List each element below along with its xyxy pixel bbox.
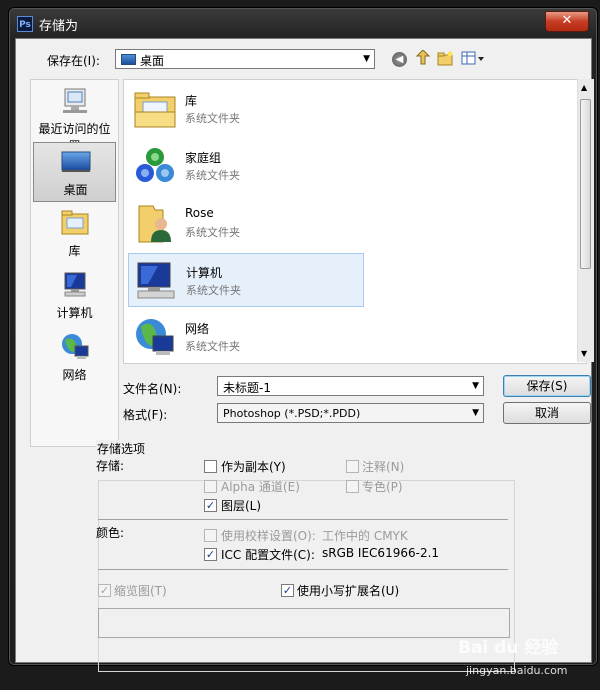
- thumbnail-checkbox[interactable]: ✓: [98, 584, 111, 597]
- computer-icon: [64, 272, 86, 297]
- title-bar[interactable]: Ps 存储为 ✕: [9, 8, 597, 38]
- layers-label: 图层(L): [221, 499, 262, 513]
- save-in-dropdown[interactable]: 桌面 ▼: [115, 49, 375, 69]
- dialog-body: 保存在(I): 桌面 ▼ ◀ 最近访问的位置 桌面: [15, 38, 594, 672]
- network-icon: [62, 334, 89, 359]
- libraries-icon: [134, 92, 176, 128]
- computer-icon: [137, 262, 175, 299]
- warning-box: [98, 608, 510, 638]
- layers-checkbox[interactable]: ✓: [204, 499, 217, 512]
- places-bar: 最近访问的位置 桌面 库 计算机 网络: [30, 79, 119, 447]
- format-dropdown[interactable]: Photoshop (*.PSD;*.PDD) ▼: [217, 403, 484, 423]
- alpha-label: Alpha 通道(E): [221, 480, 300, 494]
- user-folder-icon: [138, 205, 171, 243]
- chevron-down-icon[interactable]: ▼: [472, 381, 479, 391]
- as-copy-label: 作为副本(Y): [221, 460, 286, 474]
- up-folder-icon[interactable]: [415, 49, 431, 66]
- file-type: 系统文件夹: [185, 112, 240, 125]
- as-copy-checkbox[interactable]: [204, 460, 217, 473]
- icc-label: ICC 配置文件(C):: [221, 548, 315, 562]
- scroll-down-icon[interactable]: ▼: [581, 349, 587, 358]
- notes-checkbox[interactable]: [346, 460, 359, 473]
- color-label: 颜色:: [96, 526, 125, 540]
- file-name: 库: [185, 94, 198, 108]
- proof-checkbox[interactable]: [204, 529, 217, 542]
- homegroup-icon: [136, 148, 174, 182]
- save-in-value: 桌面: [140, 54, 165, 68]
- desktop-small-icon: [121, 54, 136, 65]
- place-label: 网络: [62, 368, 87, 382]
- format-label: 格式(F):: [123, 408, 168, 422]
- watermark-logo: Bai du 经验: [458, 638, 559, 658]
- list-item[interactable]: 家庭组 系统文件夹: [128, 139, 364, 193]
- place-recent[interactable]: 最近访问的位置: [33, 82, 116, 153]
- cancel-button[interactable]: 取消: [503, 402, 591, 424]
- file-name: 家庭组: [185, 151, 222, 165]
- place-label: 计算机: [56, 306, 93, 320]
- format-value: Photoshop (*.PSD;*.PDD): [223, 407, 361, 420]
- list-item[interactable]: Rose 系统文件夹: [128, 196, 364, 250]
- photoshop-icon: Ps: [17, 16, 33, 32]
- store-label: 存储:: [96, 459, 125, 473]
- place-desktop[interactable]: 桌面: [33, 142, 116, 202]
- file-name: 计算机: [186, 266, 223, 280]
- icc-value: sRGB IEC61966-2.1: [322, 546, 440, 560]
- thumbnail-label: 缩览图(T): [114, 584, 167, 598]
- divider: [98, 519, 508, 520]
- save-button[interactable]: 保存(S): [503, 375, 591, 397]
- file-name: 网络: [185, 322, 210, 336]
- network-icon: [136, 319, 174, 355]
- proof-label: 使用校样设置(O):: [221, 529, 316, 543]
- libraries-icon: [61, 210, 89, 235]
- filename-input[interactable]: 未标题-1 ▼: [217, 376, 484, 396]
- list-item[interactable]: 库 系统文件夹: [128, 82, 364, 136]
- place-libraries[interactable]: 库: [33, 204, 116, 264]
- place-label: 库: [68, 244, 81, 258]
- scroll-up-icon[interactable]: ▲: [581, 83, 587, 92]
- scroll-thumb[interactable]: [580, 99, 591, 269]
- new-folder-icon[interactable]: [437, 51, 454, 66]
- filename-label: 文件名(N):: [123, 382, 182, 396]
- file-type: 系统文件夹: [185, 226, 240, 239]
- save-options-group: [98, 480, 515, 672]
- notes-label: 注释(N): [362, 460, 405, 474]
- save-as-dialog: Ps 存储为 ✕ 保存在(I): 桌面 ▼ ◀ 最近访问的位置: [8, 7, 598, 672]
- spot-label: 专色(P): [362, 480, 403, 494]
- lowercase-checkbox[interactable]: ✓: [281, 584, 294, 597]
- save-in-label: 保存在(I):: [47, 54, 100, 68]
- file-list-scrollbar[interactable]: ▲ ▼: [577, 79, 594, 362]
- alpha-checkbox[interactable]: [204, 480, 217, 493]
- divider: [98, 569, 508, 570]
- close-button[interactable]: ✕: [545, 11, 589, 32]
- dialog-title: 存储为: [39, 19, 79, 34]
- desktop-icon: [61, 151, 91, 172]
- list-item-selected[interactable]: 计算机 系统文件夹: [128, 253, 364, 307]
- chevron-down-icon: ▼: [472, 408, 479, 418]
- file-type: 系统文件夹: [185, 169, 240, 182]
- filename-value: 未标题-1: [223, 381, 271, 395]
- recent-places-icon: [63, 88, 87, 113]
- lowercase-label: 使用小写扩展名(U): [297, 584, 400, 598]
- save-options-title: 存储选项: [96, 440, 147, 457]
- back-icon[interactable]: ◀: [392, 52, 407, 67]
- proof-value: 工作中的 CMYK: [322, 529, 408, 543]
- place-label: 桌面: [63, 183, 88, 197]
- icc-checkbox[interactable]: ✓: [204, 548, 217, 561]
- watermark-url: jingyan.baidu.com: [466, 664, 568, 677]
- place-network[interactable]: 网络: [33, 328, 116, 388]
- file-type: 系统文件夹: [186, 284, 241, 297]
- file-type: 系统文件夹: [185, 340, 240, 353]
- chevron-down-icon: ▼: [363, 54, 370, 64]
- spot-checkbox[interactable]: [346, 480, 359, 493]
- list-item[interactable]: 网络 系统文件夹: [128, 310, 364, 364]
- file-name: Rose: [185, 206, 214, 220]
- view-menu-icon[interactable]: [461, 51, 487, 66]
- place-computer[interactable]: 计算机: [33, 266, 116, 326]
- file-list[interactable]: 库 系统文件夹 家庭组 系统文件夹 Rose 系统文件夹 计算机 系统文件夹 网…: [123, 79, 587, 364]
